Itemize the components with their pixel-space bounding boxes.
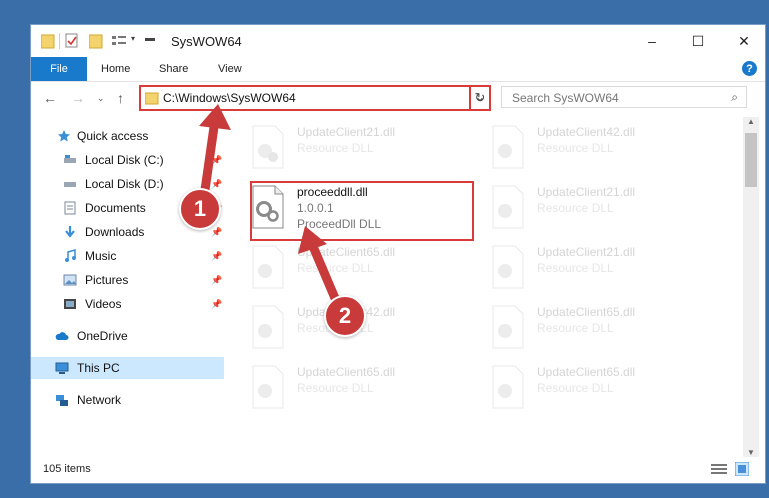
step-badge-2: 2	[324, 295, 366, 337]
step-badge-1: 1	[179, 188, 221, 230]
arrow-1-head-icon	[199, 104, 231, 130]
arrow-1-shaft	[200, 115, 220, 195]
annotation-overlay	[199, 104, 345, 315]
